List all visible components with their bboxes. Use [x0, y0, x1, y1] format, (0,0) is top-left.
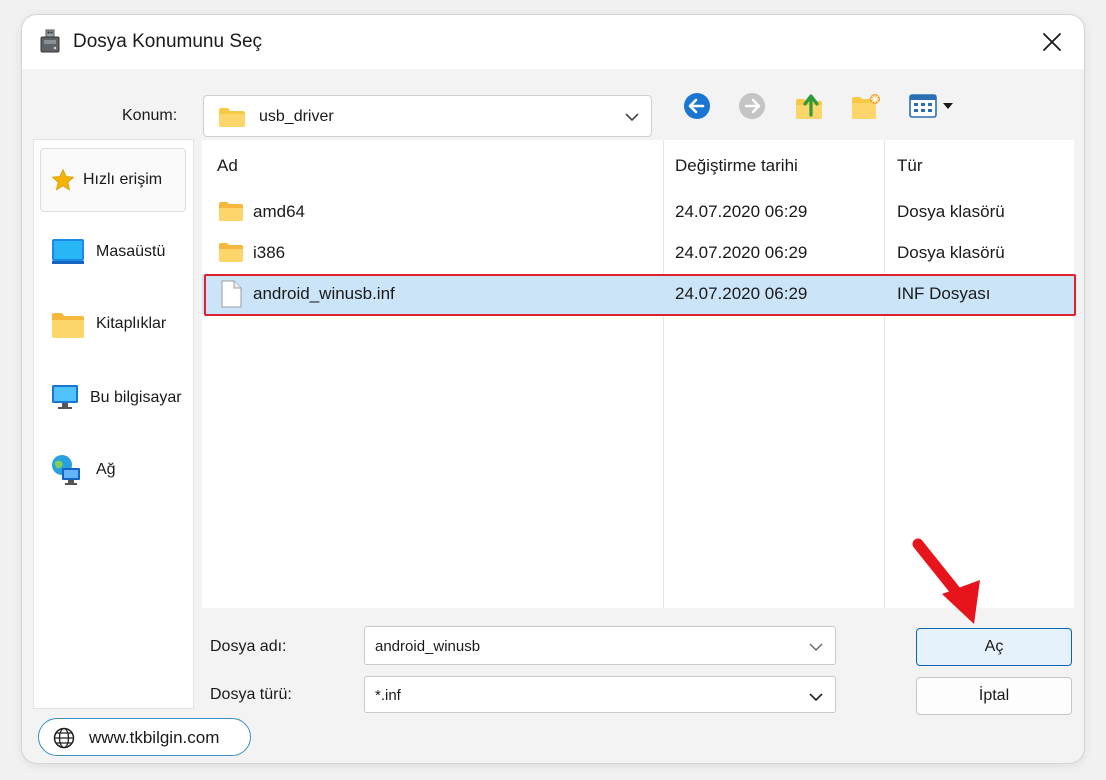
website-watermark: www.tkbilgin.com — [38, 718, 251, 756]
star-icon — [51, 168, 75, 197]
dialog-title: Dosya Konumunu Seç — [73, 31, 263, 52]
table-row[interactable]: amd64 24.07.2020 06:29 Dosya klasörü — [202, 192, 1074, 232]
file-icon — [220, 280, 242, 313]
title-bar: Dosya Konumunu Seç — [22, 15, 1084, 69]
table-row[interactable]: i386 24.07.2020 06:29 Dosya klasörü — [202, 233, 1074, 273]
globe-icon — [53, 727, 75, 754]
sidebar-item-this-pc[interactable]: Bu bilgisayar — [34, 366, 194, 430]
close-button[interactable] — [1034, 25, 1070, 59]
cancel-button[interactable]: İptal — [916, 677, 1072, 715]
computer-icon — [50, 382, 80, 417]
filename-input[interactable]: android_winusb — [364, 626, 836, 665]
navigation-pane: Hızlı erişim Masaüstü Kitaplıklar Bu bil… — [33, 139, 194, 709]
filetype-select[interactable]: *.inf — [364, 676, 836, 713]
desktop-icon — [50, 236, 86, 271]
location-combobox[interactable]: usb_driver — [203, 95, 652, 137]
forward-icon — [739, 93, 765, 119]
column-header-name[interactable]: Ad — [217, 156, 238, 176]
libraries-icon — [50, 308, 86, 345]
location-value: usb_driver — [259, 108, 334, 125]
sidebar-item-quick-access[interactable]: Hızlı erişim — [40, 148, 186, 212]
chevron-down-icon[interactable] — [809, 689, 823, 707]
annotation-arrow-icon — [912, 538, 988, 635]
up-folder-icon — [796, 94, 822, 119]
chevron-down-icon[interactable] — [809, 639, 823, 657]
folder-icon — [218, 106, 246, 133]
filename-value: android_winusb — [375, 638, 481, 655]
file-type: Dosya klasörü — [897, 202, 1005, 221]
filetype-value: *.inf — [375, 687, 401, 704]
file-dialog: Dosya Konumunu Seç Konum: usb_driver Hız… — [21, 14, 1085, 764]
sidebar-item-label: Kitaplıklar — [96, 315, 167, 332]
table-row-selected[interactable]: android_winusb.inf 24.07.2020 06:29 INF … — [202, 274, 1076, 316]
location-label: Konum: — [122, 107, 178, 124]
sidebar-item-label: Hızlı erişim — [83, 171, 163, 188]
file-date: 24.07.2020 06:29 — [675, 243, 808, 262]
column-header-date[interactable]: Değiştirme tarihi — [675, 156, 798, 176]
filename-label: Dosya adı: — [210, 638, 287, 655]
file-name: amd64 — [253, 202, 305, 221]
website-text: www.tkbilgin.com — [89, 728, 220, 747]
sidebar-item-label: Masaüstü — [96, 243, 166, 260]
close-icon — [1043, 33, 1061, 51]
network-icon — [50, 454, 84, 493]
file-date: 24.07.2020 06:29 — [675, 284, 808, 303]
sidebar-item-desktop[interactable]: Masaüstü — [34, 220, 194, 284]
sidebar-item-label: Bu bilgisayar — [90, 389, 182, 406]
view-menu-icon — [909, 94, 953, 118]
file-type: INF Dosyası — [897, 284, 991, 303]
file-name: i386 — [253, 243, 286, 262]
up-folder-button[interactable] — [792, 89, 826, 123]
filetype-label: Dosya türü: — [210, 686, 292, 703]
new-folder-button[interactable] — [849, 89, 883, 123]
back-icon — [684, 93, 710, 119]
sidebar-item-label: Ağ — [96, 461, 116, 478]
file-date: 24.07.2020 06:29 — [675, 202, 808, 221]
forward-button[interactable] — [735, 89, 769, 123]
folder-icon — [218, 241, 244, 268]
location-toolbar: Konum: usb_driver — [22, 69, 1084, 139]
sidebar-item-libraries[interactable]: Kitaplıklar — [34, 292, 194, 356]
file-type: Dosya klasörü — [897, 243, 1005, 262]
new-folder-icon — [852, 94, 880, 119]
chevron-down-icon[interactable] — [625, 109, 639, 127]
column-header-type[interactable]: Tür — [897, 156, 923, 176]
view-menu-button[interactable] — [906, 89, 960, 123]
sidebar-item-network[interactable]: Ağ — [34, 438, 194, 502]
folder-icon — [218, 200, 244, 227]
back-button[interactable] — [680, 89, 714, 123]
file-name: android_winusb.inf — [253, 284, 395, 303]
usb-drive-icon — [38, 29, 62, 55]
